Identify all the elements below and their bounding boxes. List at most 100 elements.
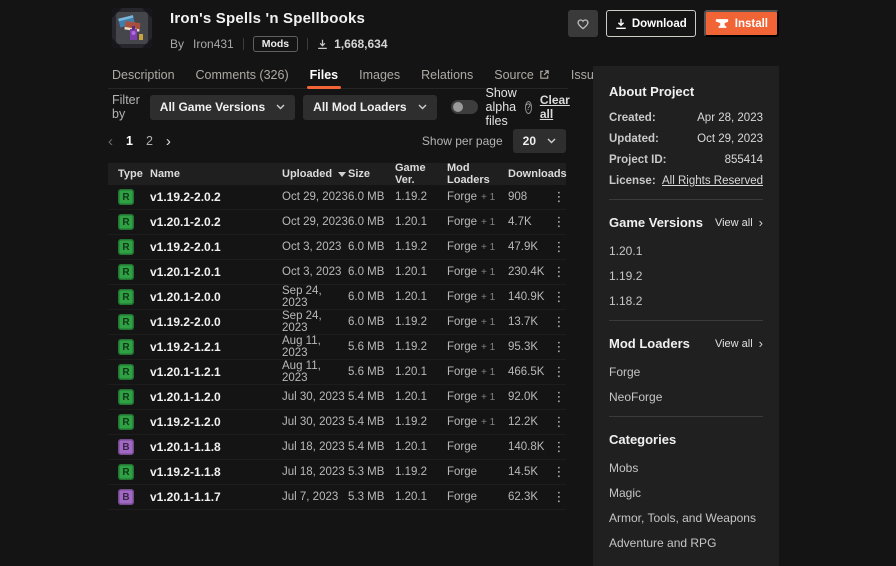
column-header-downloads[interactable]: Downloads (508, 168, 552, 180)
kebab-menu-icon[interactable]: ⋮ (553, 214, 566, 229)
game-versions-title: Game Versions (609, 215, 703, 230)
kebab-menu-icon[interactable]: ⋮ (553, 464, 566, 479)
loader-extra-count: + 1 (481, 392, 495, 403)
kebab-menu-icon[interactable]: ⋮ (553, 314, 566, 329)
category-item[interactable]: Mobs (609, 461, 763, 475)
file-name-link[interactable]: v1.20.1-2.0.2 (150, 215, 221, 229)
license-link[interactable]: All Rights Reserved (662, 175, 763, 187)
column-header-uploaded[interactable]: Uploaded (282, 168, 348, 180)
file-name-cell: v1.19.2-1.2.1 (150, 340, 282, 354)
mods-category-badge[interactable]: Mods (253, 36, 298, 52)
column-header-size[interactable]: Size (348, 168, 395, 180)
file-downloads-cell: 140.9K (508, 291, 552, 303)
about-project-rows: Created:Apr 28, 2023Updated:Oct 29, 2023… (609, 112, 763, 187)
game-versions-view-all[interactable]: View all › (715, 216, 763, 229)
file-type-cell: R (108, 264, 150, 280)
next-page-icon[interactable]: › (166, 134, 171, 149)
help-icon[interactable]: ? (525, 101, 532, 114)
kebab-menu-icon[interactable]: ⋮ (553, 239, 566, 254)
author-link[interactable]: Iron431 (193, 37, 234, 51)
kebab-menu-icon[interactable]: ⋮ (553, 389, 566, 404)
kebab-menu-icon[interactable]: ⋮ (553, 289, 566, 304)
file-name-link[interactable]: v1.20.1-2.0.1 (150, 265, 221, 279)
file-name-cell: v1.20.1-2.0.2 (150, 215, 282, 229)
file-uploaded-cell: Jul 18, 2023 (282, 441, 348, 453)
kebab-menu-icon[interactable]: ⋮ (553, 264, 566, 279)
kebab-menu-icon[interactable]: ⋮ (553, 189, 566, 204)
clear-all-link[interactable]: Clear all (540, 93, 570, 121)
table-header-row: Type NameUploadedSizeGame Ver. Mod Loaders… (108, 163, 566, 185)
kebab-menu-icon[interactable]: ⋮ (553, 439, 566, 454)
file-size-cell: 5.4 MB (348, 441, 395, 453)
category-item[interactable]: Adventure and RPG (609, 536, 763, 550)
file-name-link[interactable]: v1.19.2-2.0.0 (150, 315, 221, 329)
file-downloads-cell: 466.5K (508, 366, 552, 378)
file-name-link[interactable]: v1.20.1-1.1.8 (150, 440, 221, 454)
kebab-menu-icon[interactable]: ⋮ (553, 489, 566, 504)
file-name-link[interactable]: v1.20.1-2.0.0 (150, 290, 221, 304)
game-version-item[interactable]: 1.19.2 (609, 269, 763, 283)
tab-files[interactable]: Files (310, 61, 339, 88)
page-number-1[interactable]: 1 (126, 134, 133, 148)
column-header-type[interactable]: Type (108, 168, 150, 180)
file-name-link[interactable]: v1.19.2-1.2.1 (150, 340, 221, 354)
tab-label: Files (310, 68, 339, 82)
column-header-name[interactable]: Name (150, 168, 282, 180)
kebab-menu-icon[interactable]: ⋮ (553, 414, 566, 429)
column-header-mod-loaders[interactable]: Mod Loaders (447, 162, 508, 186)
mod-loaders-view-all[interactable]: View all › (715, 337, 763, 350)
file-mod-loaders-cell: Forge+ 1 (447, 241, 508, 253)
file-name-link[interactable]: v1.19.2-2.0.1 (150, 240, 221, 254)
game-version-item[interactable]: 1.20.1 (609, 244, 763, 258)
toggle-knob (453, 102, 463, 112)
column-header-label: Type (118, 168, 143, 180)
download-button[interactable]: Download (606, 10, 696, 37)
file-uploaded-cell: Sep 24, 2023 (282, 310, 348, 334)
tab-images[interactable]: Images (359, 61, 400, 88)
download-icon (615, 18, 627, 30)
about-row: Updated:Oct 29, 2023 (609, 133, 763, 145)
file-name-link[interactable]: v1.20.1-1.2.1 (150, 365, 221, 379)
tab-description[interactable]: Description (112, 61, 175, 88)
file-game-version-cell: 1.19.2 (395, 316, 447, 328)
file-name-link[interactable]: v1.20.1-1.2.0 (150, 390, 221, 404)
file-downloads-cell: 13.7K (508, 316, 552, 328)
file-mod-loaders-cell: Forge+ 1 (447, 366, 508, 378)
file-name-cell: v1.19.2-1.1.8 (150, 465, 282, 479)
kebab-menu-icon[interactable]: ⋮ (553, 339, 566, 354)
file-name-link[interactable]: v1.19.2-1.1.8 (150, 465, 221, 479)
files-panel: Filter by All Game Versions All Mod Load… (108, 94, 566, 510)
category-item[interactable]: Magic (609, 486, 763, 500)
tab-comments-326[interactable]: Comments (326) (196, 61, 289, 88)
category-item[interactable]: Armor, Tools, and Weapons (609, 511, 763, 525)
file-name-link[interactable]: v1.19.2-2.0.2 (150, 190, 221, 204)
mod-loader-item[interactable]: NeoForge (609, 390, 763, 404)
page-number-2[interactable]: 2 (146, 134, 153, 148)
file-mod-loaders-cell: Forge+ 1 (447, 216, 508, 228)
release-badge: R (118, 339, 134, 355)
favorite-button[interactable] (568, 10, 598, 37)
game-version-item[interactable]: 1.18.2 (609, 294, 763, 308)
per-page-dropdown[interactable]: 20 (513, 129, 566, 153)
per-page-control: Show per page 20 (422, 129, 566, 153)
kebab-menu-icon[interactable]: ⋮ (553, 364, 566, 379)
file-actions-cell: ⋮ (552, 340, 566, 354)
loader-name: Forge (447, 191, 477, 203)
show-alpha-toggle[interactable] (451, 100, 478, 114)
game-versions-dropdown[interactable]: All Game Versions (150, 95, 295, 120)
file-name-link[interactable]: v1.20.1-1.1.7 (150, 490, 221, 504)
column-header-label: Game Ver. (395, 162, 426, 186)
column-header-game-ver[interactable]: Game Ver. (395, 162, 447, 186)
mod-loaders-dropdown[interactable]: All Mod Loaders (303, 95, 436, 120)
file-name-cell: v1.19.2-1.2.0 (150, 415, 282, 429)
tab-relations[interactable]: Relations (421, 61, 473, 88)
sort-descending-icon (338, 172, 346, 177)
about-label: Created: (609, 112, 656, 124)
filter-by-label: Filter by (112, 93, 140, 121)
file-size-cell: 5.3 MB (348, 466, 395, 478)
prev-page-icon[interactable]: ‹ (108, 134, 113, 149)
tab-source[interactable]: Source (494, 61, 550, 88)
file-name-link[interactable]: v1.19.2-1.2.0 (150, 415, 221, 429)
mod-loader-item[interactable]: Forge (609, 365, 763, 379)
install-button[interactable]: Install (704, 10, 779, 37)
